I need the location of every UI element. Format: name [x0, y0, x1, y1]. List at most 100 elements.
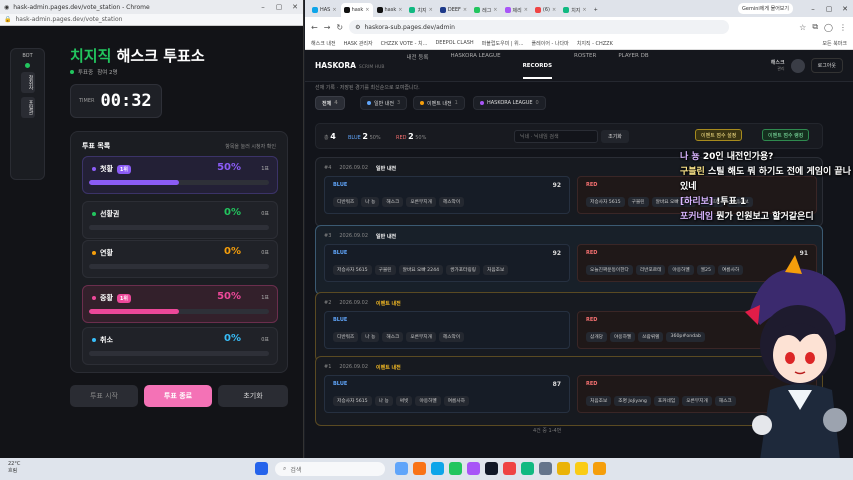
player-chip[interactable]: 포커네임 — [653, 396, 680, 406]
player-chip[interactable]: 해스크 — [714, 396, 736, 406]
player-chip[interactable]: 디반워즈 — [333, 332, 359, 342]
bookmark-item[interactable]: 해스크 내전 — [311, 40, 336, 47]
player-chip[interactable]: 해스크 — [382, 332, 404, 342]
bookmark-item[interactable]: HASK 관리자 — [344, 40, 373, 47]
player-chip[interactable]: 오른무지개 — [406, 332, 436, 342]
tab-close-icon[interactable]: × — [463, 7, 467, 13]
tab-close-icon[interactable]: × — [552, 7, 556, 13]
address-bar[interactable]: ⚙ haskora-sub.pages.dev/admin — [349, 20, 730, 34]
tab-close-icon[interactable]: × — [582, 7, 586, 13]
player-chip[interactable]: 오른무지개 — [682, 396, 712, 406]
tab-close-icon[interactable]: × — [365, 7, 369, 13]
player-chip[interactable]: 쓰람뤼렐 — [638, 332, 664, 342]
player-chip[interactable]: 야옹하멜 — [415, 396, 441, 406]
nav-item[interactable]: 내전 등록 — [406, 53, 428, 79]
end-vote-button[interactable]: 투표 종료 — [144, 385, 212, 407]
player-chip[interactable]: 여름사하 — [443, 396, 469, 406]
bookmark-item[interactable]: DEEPOL CLASH — [435, 40, 473, 46]
player-chip[interactable]: 헤스악이 — [438, 332, 465, 342]
logout-button[interactable]: 로그아웃 — [810, 58, 843, 73]
player-chip[interactable]: 헤스악이 — [438, 197, 465, 207]
taskbar-app-icon[interactable] — [395, 462, 408, 475]
player-chip[interactable]: 저승사자 5615 — [333, 265, 372, 275]
player-chip[interactable]: 구블린 — [374, 265, 396, 275]
reset-button[interactable]: 초기화 — [218, 385, 288, 407]
player-chip[interactable]: 조명 JoJiyang — [614, 396, 651, 406]
bookmark-item[interactable]: 모든 북마크 — [822, 40, 847, 47]
taskbar-search[interactable]: ⌕ 검색 — [275, 462, 385, 476]
event-score-ranking-button[interactable]: 이벤트 점수 랭킹 — [762, 129, 810, 141]
maximize-icon[interactable]: ▢ — [271, 3, 287, 11]
filter-chip[interactable]: 일반 내전 3 — [360, 96, 408, 110]
player-chip[interactable]: 알바요 오빠 2244 — [398, 265, 444, 275]
bookmark-item[interactable]: 치지직 - CHZZK — [577, 40, 613, 47]
bookmark-item[interactable]: 퍼블럽도우미 | 위... — [482, 40, 524, 47]
vote-option[interactable]: 첫황 1위 50% 1표 — [82, 156, 278, 194]
browser-tab[interactable]: 치지 × — [406, 3, 435, 17]
player-chip[interactable]: 360p#ondab — [666, 332, 705, 342]
maximize-icon[interactable]: ▢ — [821, 5, 837, 13]
filter-chip[interactable]: HASKORA LEAGUE 0 — [473, 96, 546, 110]
taskbar-app-icon[interactable] — [575, 462, 588, 475]
player-chip[interactable]: 오른무지개 — [406, 197, 436, 207]
minimize-icon[interactable]: – — [255, 3, 271, 11]
player-chip[interactable]: 삼개당 — [586, 332, 607, 342]
taskbar-app-icon[interactable] — [413, 462, 426, 475]
browser-tab[interactable]: hask × — [340, 3, 373, 17]
start-vote-button[interactable]: 투표 시작 — [70, 385, 138, 407]
taskbar-app-icon[interactable] — [539, 462, 552, 475]
tab-close-icon[interactable]: × — [493, 7, 497, 13]
player-chip[interactable]: 나 뇽 — [374, 396, 393, 406]
tab-close-icon[interactable]: × — [398, 7, 402, 13]
avatar[interactable] — [790, 58, 805, 73]
sidebar-item-portal[interactable]: 포털관 — [20, 97, 35, 118]
left-address-bar[interactable]: 🔒 hask-admin.pages.dev/vote_station — [0, 14, 303, 26]
star-icon[interactable]: ☆ — [799, 23, 806, 32]
vote-option[interactable]: 취소 0% 0표 — [82, 327, 278, 365]
new-tab-icon[interactable]: + — [591, 3, 601, 17]
vote-option[interactable]: 연황 0% 0표 — [82, 240, 278, 278]
player-chip[interactable]: 야옹하멜 — [668, 265, 694, 275]
taskbar-app-icon[interactable] — [593, 462, 606, 475]
nav-item[interactable]: ROSTER — [574, 53, 596, 79]
browser-tab[interactable]: hask × — [374, 3, 406, 17]
bookmark-item[interactable]: CHZZK VOTE - 치... — [381, 40, 428, 47]
player-chip[interactable]: 리반포르테 — [635, 265, 666, 275]
player-chip[interactable]: 처음조보 — [483, 265, 509, 275]
player-chip[interactable]: 디반워즈 — [333, 197, 359, 207]
gemini-button[interactable]: Gemini에게 물어보기 — [738, 3, 793, 14]
close-icon[interactable]: ✕ — [287, 3, 303, 11]
browser-tab[interactable]: HAS × — [309, 3, 340, 17]
player-chip[interactable]: 오늘진짜운동이한다 — [586, 265, 633, 275]
player-chip[interactable]: 쌍가포터링링 — [446, 265, 480, 275]
player-chip[interactable]: 저승사자 5615 — [333, 396, 372, 406]
reload-icon[interactable]: ↻ — [336, 23, 343, 32]
taskbar-app-icon[interactable] — [557, 462, 570, 475]
profile-icon[interactable]: ◯ — [824, 23, 833, 32]
player-chip[interactable]: 야옹하멜 — [609, 332, 636, 342]
tab-close-icon[interactable]: × — [332, 7, 336, 13]
back-icon[interactable]: ← — [311, 23, 318, 32]
site-info-icon[interactable]: ⚙ — [355, 24, 360, 31]
extensions-icon[interactable]: ⧉ — [812, 22, 818, 32]
player-chip[interactable]: 저승사자 5615 — [586, 197, 625, 207]
close-icon[interactable]: ✕ — [837, 5, 853, 13]
forward-icon[interactable]: → — [324, 23, 331, 32]
browser-tab[interactable]: 치지 × — [560, 3, 589, 17]
taskbar-app-icon[interactable] — [485, 462, 498, 475]
tab-close-icon[interactable]: × — [429, 7, 433, 13]
browser-tab[interactable]: (6) × — [532, 3, 559, 17]
filter-chip[interactable]: 이벤트 내전 1 — [413, 96, 465, 110]
menu-icon[interactable]: ⋮ — [839, 23, 847, 32]
taskbar-app-icon[interactable] — [467, 462, 480, 475]
player-chip[interactable]: 엘25 — [696, 265, 715, 275]
filter-chip[interactable]: 전체 4 — [315, 96, 345, 110]
taskbar-app-icon[interactable] — [503, 462, 516, 475]
player-chip[interactable]: 처음조보 — [586, 396, 612, 406]
chrome-taskbar-icon[interactable] — [449, 462, 462, 475]
event-score-settings-button[interactable]: 이벤트 점수 설정 — [695, 129, 743, 141]
start-menu-icon[interactable] — [255, 462, 268, 475]
vote-option[interactable]: 선황권 0% 0표 — [82, 201, 278, 239]
player-chip[interactable]: 나 뇽 — [361, 332, 380, 342]
brand-logo[interactable]: HASKORA SCRIM HUB — [315, 61, 384, 70]
